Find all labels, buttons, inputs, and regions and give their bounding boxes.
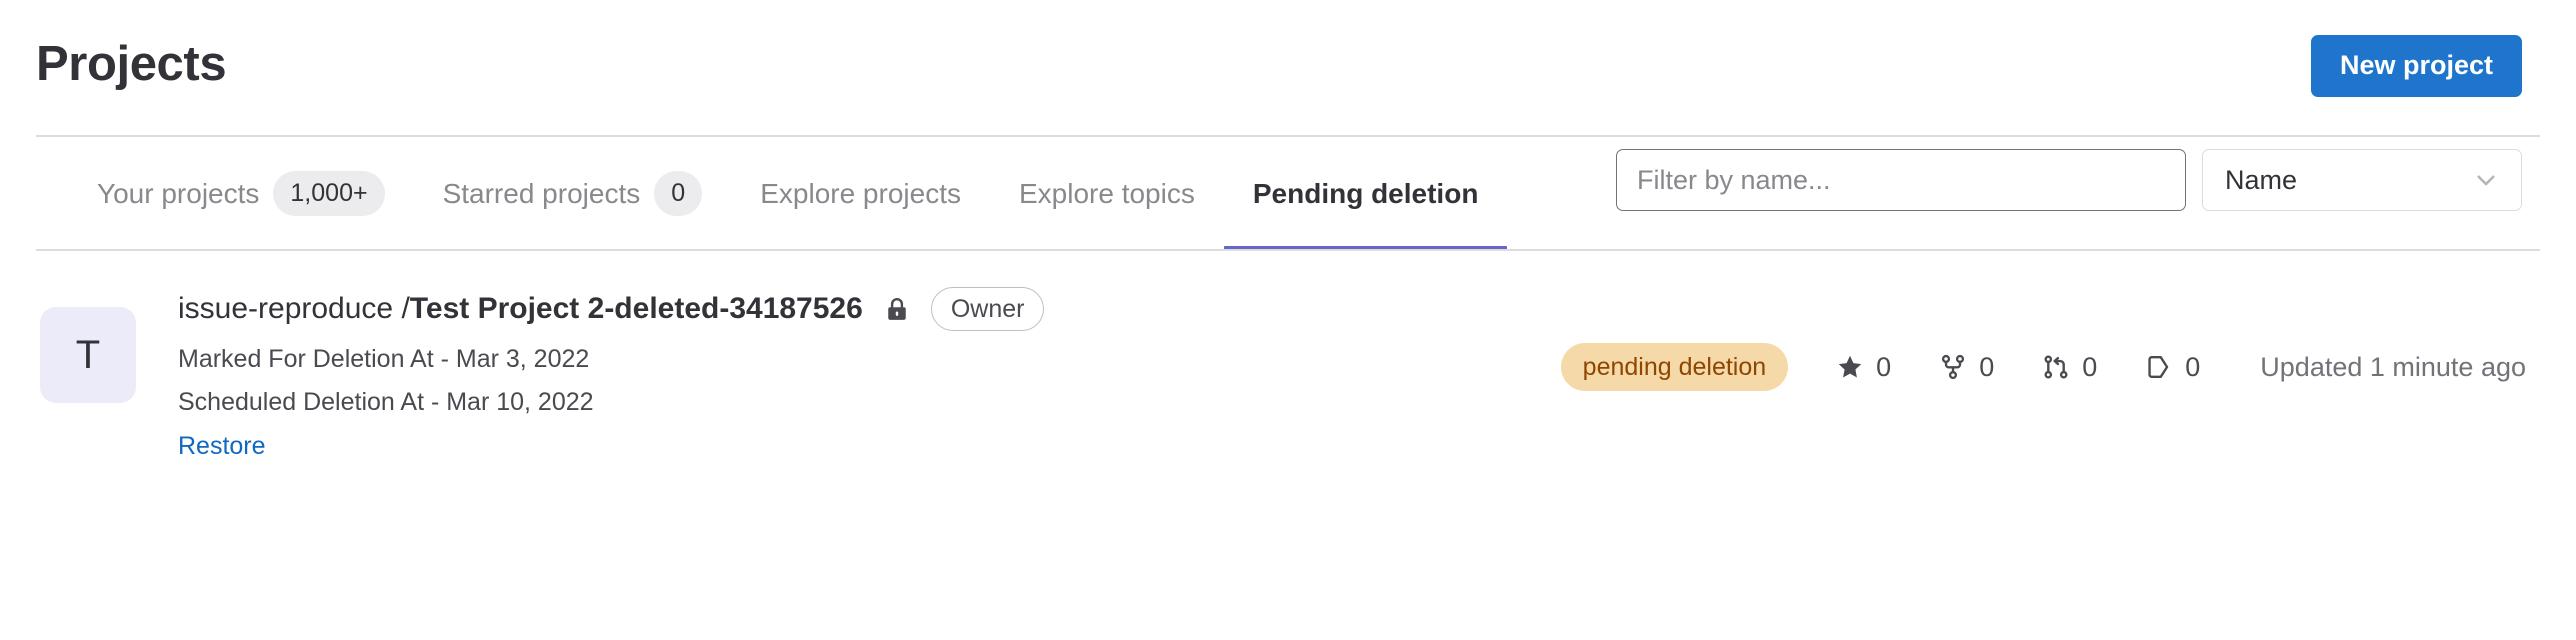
- fork-icon: [1939, 353, 1967, 381]
- project-details: issue-reproduce / Test Project 2-deleted…: [178, 283, 1045, 461]
- star-icon: [1836, 353, 1864, 381]
- tab-explore-projects[interactable]: Explore projects: [731, 136, 990, 251]
- tabs-bar: Your projects 1,000+ Starred projects 0 …: [0, 136, 2576, 252]
- page-title: Projects: [36, 37, 227, 91]
- stat-value: 0: [2082, 351, 2098, 382]
- stat-value: 0: [2185, 351, 2201, 382]
- updated-timestamp: Updated 1 minute ago: [2260, 351, 2526, 382]
- tab-label: Explore topics: [1018, 177, 1195, 209]
- project-title-line: issue-reproduce / Test Project 2-deleted…: [178, 287, 1045, 331]
- owner-role-badge: Owner: [930, 287, 1045, 331]
- tab-starred-projects[interactable]: Starred projects 0: [414, 136, 732, 251]
- stat-forks[interactable]: 0: [1939, 352, 1994, 383]
- project-tabs: Your projects 1,000+ Starred projects 0 …: [36, 136, 1507, 251]
- status-badge: pending deletion: [1560, 343, 1789, 391]
- issues-icon: [2145, 353, 2173, 381]
- project-namespace[interactable]: issue-reproduce /: [178, 292, 410, 326]
- sort-dropdown[interactable]: Name: [2202, 149, 2522, 211]
- project-list-item[interactable]: T issue-reproduce / Test Project 2-delet…: [36, 265, 2540, 479]
- stat-value: 0: [1979, 351, 1995, 382]
- lock-icon: [883, 295, 911, 323]
- stat-issues[interactable]: 0: [2145, 352, 2200, 383]
- project-name-link[interactable]: Test Project 2-deleted-34187526: [410, 292, 863, 326]
- merge-request-icon: [2042, 353, 2070, 381]
- project-stats: pending deletion 0 0 0 0 Updated 1 minut…: [1560, 283, 2526, 391]
- tab-count-badge: 0: [654, 171, 703, 216]
- stat-value: 0: [1876, 351, 1892, 382]
- scheduled-deletion-text: Scheduled Deletion At - Mar 10, 2022: [178, 388, 594, 416]
- new-project-button[interactable]: New project: [2310, 34, 2522, 97]
- tab-label: Explore projects: [760, 177, 961, 209]
- sort-dropdown-value: Name: [2225, 164, 2298, 195]
- project-avatar: T: [40, 307, 136, 403]
- tab-your-projects[interactable]: Your projects 1,000+: [68, 136, 414, 251]
- chevron-down-icon: [2473, 167, 2499, 193]
- tab-label: Starred projects: [442, 177, 641, 209]
- filter-controls: Name: [1616, 136, 2522, 211]
- stat-merge-requests[interactable]: 0: [2042, 352, 2097, 383]
- tab-pending-deletion[interactable]: Pending deletion: [1223, 136, 1508, 251]
- tabs-divider: [36, 249, 2540, 251]
- restore-link[interactable]: Restore: [178, 432, 266, 461]
- tab-explore-topics[interactable]: Explore topics: [990, 136, 1224, 251]
- page-header: Projects New project: [0, 0, 2576, 135]
- tab-label: Your projects: [97, 177, 260, 209]
- marked-for-deletion-text: Marked For Deletion At - Mar 3, 2022: [178, 345, 590, 373]
- filter-by-name-input[interactable]: [1616, 149, 2186, 211]
- projects-page: Projects New project Your projects 1,000…: [0, 0, 2576, 640]
- stat-stars[interactable]: 0: [1836, 352, 1891, 383]
- tab-count-badge: 1,000+: [273, 171, 385, 216]
- tab-label: Pending deletion: [1252, 177, 1479, 209]
